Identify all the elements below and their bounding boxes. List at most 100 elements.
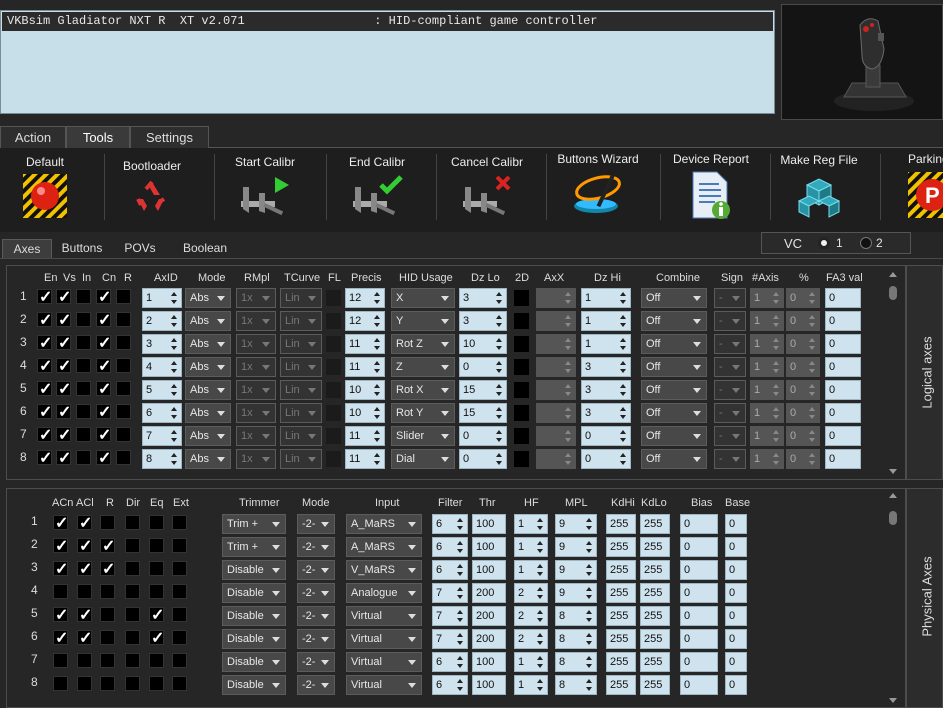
logical-r-checkbox[interactable] xyxy=(116,381,131,396)
precis-spinbox[interactable]: 11 xyxy=(345,449,385,469)
sign-select[interactable]: - xyxy=(714,426,746,446)
logical-vs-checkbox[interactable] xyxy=(56,333,71,353)
rmpl-select[interactable]: 1x xyxy=(236,357,276,377)
axid-spinbox[interactable]: 6 xyxy=(142,403,182,423)
logical-vs-checkbox[interactable] xyxy=(56,402,71,422)
2d-toggle[interactable] xyxy=(514,359,529,375)
kdlo-field[interactable]: 255 xyxy=(640,514,670,534)
precis-spinbox[interactable]: 11 xyxy=(345,357,385,377)
fa3-value-field[interactable]: 0 xyxy=(825,449,861,469)
mpl-spinbox[interactable]: 8 xyxy=(555,652,597,672)
bias-field[interactable]: 0 xyxy=(680,514,718,534)
physical-eq-checkbox[interactable] xyxy=(149,584,164,599)
base-field[interactable]: 0 xyxy=(725,560,747,580)
logical-cn-checkbox[interactable] xyxy=(96,333,111,353)
mpl-spinbox[interactable]: 9 xyxy=(555,514,597,534)
trimmer-select[interactable]: Disable xyxy=(222,629,286,649)
logical-r-checkbox[interactable] xyxy=(116,358,131,373)
axis-number-spinbox[interactable]: 1 xyxy=(750,380,784,400)
axis-number-spinbox[interactable]: 1 xyxy=(750,288,784,308)
trimmer-select[interactable]: Disable xyxy=(222,560,286,580)
mode-select[interactable]: Abs xyxy=(185,426,231,446)
subtab-buttons[interactable]: Buttons xyxy=(54,239,110,258)
axid-spinbox[interactable]: 8 xyxy=(142,449,182,469)
physical-dir-checkbox[interactable] xyxy=(125,515,140,530)
input-select[interactable]: Virtual xyxy=(346,606,422,626)
logical-en-checkbox[interactable] xyxy=(37,310,52,330)
physical-ext-checkbox[interactable] xyxy=(172,584,187,599)
bias-field[interactable]: 0 xyxy=(680,560,718,580)
kdhi-field[interactable]: 255 xyxy=(606,675,636,695)
physical-acl-checkbox[interactable] xyxy=(77,584,92,599)
fa3-value-field[interactable]: 0 xyxy=(825,380,861,400)
sign-select[interactable]: - xyxy=(714,311,746,331)
hid-usage-select[interactable]: X xyxy=(391,288,455,308)
physical-acl-checkbox[interactable] xyxy=(77,676,92,691)
physical-dir-checkbox[interactable] xyxy=(125,584,140,599)
logical-vs-checkbox[interactable] xyxy=(56,356,71,376)
kdhi-field[interactable]: 255 xyxy=(606,629,636,649)
mode-select[interactable]: Abs xyxy=(185,403,231,423)
axx-spinbox[interactable] xyxy=(536,311,576,331)
bias-field[interactable]: 0 xyxy=(680,606,718,626)
bias-field[interactable]: 0 xyxy=(680,652,718,672)
dz-lo-spinbox[interactable]: 3 xyxy=(459,311,507,331)
cancel-calibr-button[interactable]: Cancel Calibr xyxy=(442,155,532,235)
tcurve-select[interactable]: Lin xyxy=(280,426,322,446)
logical-en-checkbox[interactable] xyxy=(37,425,52,445)
input-select[interactable]: V_MaRS xyxy=(346,560,422,580)
kdhi-field[interactable]: 255 xyxy=(606,606,636,626)
physical-r-checkbox[interactable] xyxy=(100,607,115,622)
logical-cn-checkbox[interactable] xyxy=(96,310,111,330)
thr-field[interactable]: 200 xyxy=(472,606,506,626)
2d-toggle[interactable] xyxy=(514,405,529,421)
physical-eq-checkbox[interactable] xyxy=(149,605,164,625)
logical-vs-checkbox[interactable] xyxy=(56,379,71,399)
kdlo-field[interactable]: 255 xyxy=(640,606,670,626)
physical-acl-checkbox[interactable] xyxy=(77,628,92,648)
hid-usage-select[interactable]: Y xyxy=(391,311,455,331)
2d-toggle[interactable] xyxy=(514,290,529,306)
precis-spinbox[interactable]: 10 xyxy=(345,380,385,400)
hf-spinbox[interactable]: 1 xyxy=(514,537,548,557)
tcurve-select[interactable]: Lin xyxy=(280,357,322,377)
logical-cn-checkbox[interactable] xyxy=(96,402,111,422)
bias-field[interactable]: 0 xyxy=(680,583,718,603)
tab-action[interactable]: Action xyxy=(0,126,66,148)
fa3-value-field[interactable]: 0 xyxy=(825,334,861,354)
dz-hi-spinbox[interactable]: 3 xyxy=(581,380,631,400)
logical-cn-checkbox[interactable] xyxy=(96,448,111,468)
filter-spinbox[interactable]: 6 xyxy=(432,537,468,557)
fa3-value-field[interactable]: 0 xyxy=(825,357,861,377)
rmpl-select[interactable]: 1x xyxy=(236,426,276,446)
physical-axes-side-tab[interactable]: Physical Axes xyxy=(906,488,943,708)
logical-in-checkbox[interactable] xyxy=(76,427,91,442)
axis-number-spinbox[interactable]: 1 xyxy=(750,334,784,354)
physical-mode-select[interactable]: -2- xyxy=(297,629,335,649)
tcurve-select[interactable]: Lin xyxy=(280,380,322,400)
fl-toggle[interactable] xyxy=(326,336,341,352)
axis-number-spinbox[interactable]: 1 xyxy=(750,449,784,469)
combine-select[interactable]: Off xyxy=(641,449,707,469)
bias-field[interactable]: 0 xyxy=(680,629,718,649)
logical-cn-checkbox[interactable] xyxy=(96,287,111,307)
tcurve-select[interactable]: Lin xyxy=(280,288,322,308)
rmpl-select[interactable]: 1x xyxy=(236,380,276,400)
tcurve-select[interactable]: Lin xyxy=(280,334,322,354)
buttons-wizard-button[interactable]: Buttons Wizard xyxy=(550,152,646,232)
input-select[interactable]: A_MaRS xyxy=(346,537,422,557)
hid-usage-select[interactable]: Z xyxy=(391,357,455,377)
mode-select[interactable]: Abs xyxy=(185,288,231,308)
mpl-spinbox[interactable]: 8 xyxy=(555,606,597,626)
tcurve-select[interactable]: Lin xyxy=(280,403,322,423)
base-field[interactable]: 0 xyxy=(725,537,747,557)
dz-hi-spinbox[interactable]: 0 xyxy=(581,426,631,446)
base-field[interactable]: 0 xyxy=(725,583,747,603)
logical-r-checkbox[interactable] xyxy=(116,404,131,419)
physical-r-checkbox[interactable] xyxy=(100,515,115,530)
physical-dir-checkbox[interactable] xyxy=(125,630,140,645)
logical-en-checkbox[interactable] xyxy=(37,356,52,376)
combine-select[interactable]: Off xyxy=(641,288,707,308)
physical-acn-checkbox[interactable] xyxy=(53,536,68,556)
end-calibr-button[interactable]: End Calibr xyxy=(332,155,422,235)
